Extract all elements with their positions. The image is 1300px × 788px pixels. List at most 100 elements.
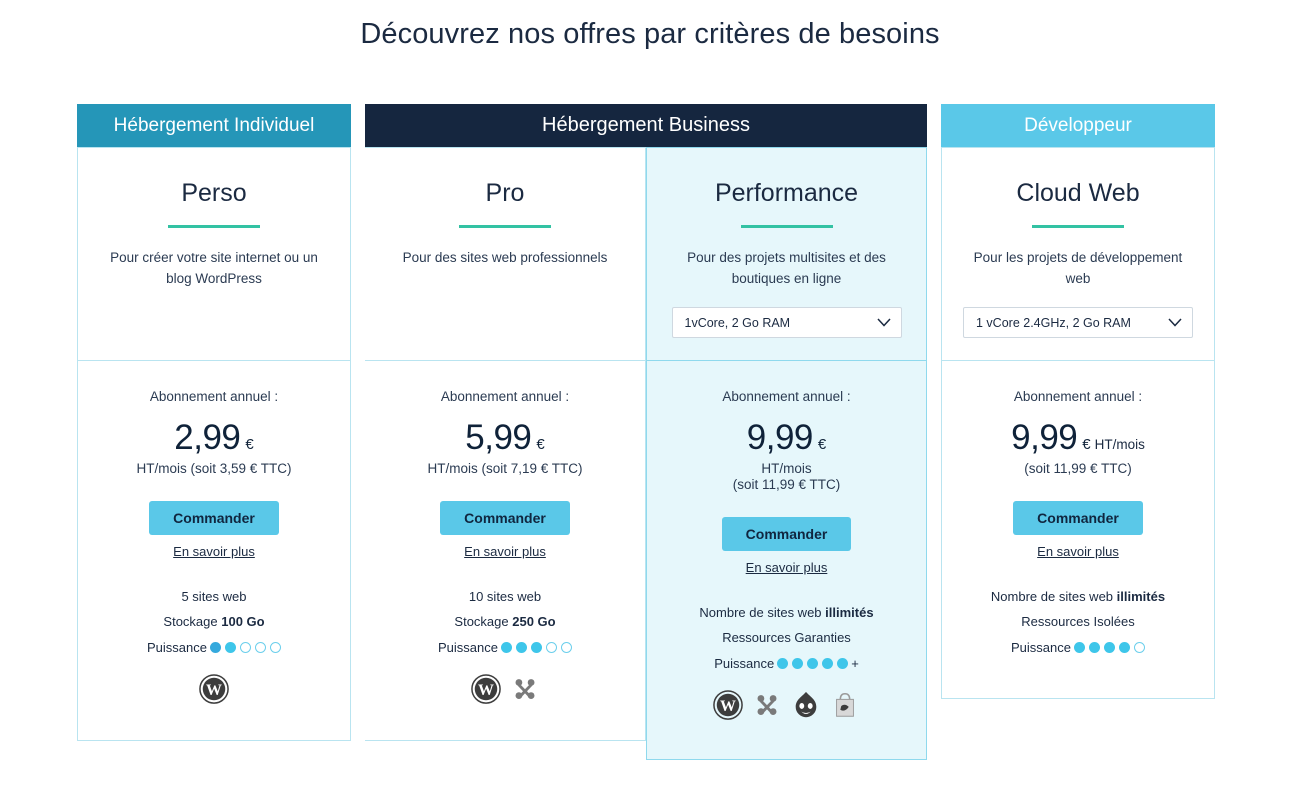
page-title: Découvrez nos offres par critères de bes… bbox=[360, 18, 940, 50]
subscription-label: Abonnement annuel : bbox=[149, 389, 279, 404]
power-dot-filled bbox=[792, 657, 804, 669]
price-note: (soit 11,99 € TTC) bbox=[1024, 461, 1132, 476]
prestashop-icon bbox=[836, 693, 854, 717]
power-dot-empty bbox=[545, 641, 557, 653]
plan-header-performance: Performance Pour des projets multisites … bbox=[647, 148, 926, 361]
price-amount: 9,99 bbox=[746, 418, 814, 457]
power-dot-empty bbox=[254, 641, 266, 653]
power-dot-filled bbox=[1073, 641, 1085, 653]
group-header-individuel: Hébergement Individuel bbox=[77, 104, 351, 147]
order-button[interactable]: Commander bbox=[721, 517, 852, 551]
order-button[interactable]: Commander bbox=[1013, 501, 1143, 535]
price-row: 9,99 € bbox=[647, 418, 926, 458]
power-dot-filled bbox=[777, 657, 789, 669]
plan-header-perso: Perso Pour créer votre site internet ou … bbox=[78, 148, 350, 361]
title-divider bbox=[740, 224, 833, 228]
price-note: (soit 11,99 € TTC) bbox=[732, 477, 841, 492]
feature-storage-value: 100 Go bbox=[221, 614, 265, 630]
plan-body-pro: Abonnement annuel : 5,99 € HT/mois (soit… bbox=[365, 361, 645, 740]
price-unit: HT/mois bbox=[761, 461, 812, 476]
power-dot-filled bbox=[1103, 641, 1115, 653]
price-note: HT/mois (soit 7,19 € TTC) bbox=[427, 461, 583, 476]
feature-sites-label: Nombre de sites web bbox=[990, 589, 1117, 604]
power-dot-filled bbox=[515, 641, 527, 653]
power-dot-filled bbox=[1088, 641, 1100, 653]
price-currency: € bbox=[536, 436, 545, 453]
joomla-icon bbox=[515, 679, 534, 699]
svg-text:W: W bbox=[478, 682, 494, 699]
subscription-label: Abonnement annuel : bbox=[440, 389, 570, 404]
price-unit: HT/mois bbox=[1094, 437, 1145, 452]
feature-list: 10 sites web Stockage 250 Go Puissance bbox=[365, 584, 645, 660]
power-label: Puissance bbox=[1011, 639, 1071, 655]
power-rating: Puissance bbox=[365, 635, 645, 660]
price-row: 9,99 € HT/mois bbox=[942, 418, 1214, 458]
chevron-down-icon bbox=[1168, 318, 1182, 327]
feature-sites: Nombre de sites web illimités bbox=[942, 584, 1214, 609]
plan-description: Pour créer votre site internet ou un blo… bbox=[110, 249, 318, 287]
order-button[interactable]: Commander bbox=[149, 501, 279, 535]
plan-body-perso: Abonnement annuel : 2,99 € HT/mois (soit… bbox=[78, 361, 350, 740]
plan-body-performance: Abonnement annuel : 9,99 € HT/mois (soit… bbox=[647, 361, 926, 759]
power-dot-filled bbox=[1118, 641, 1130, 653]
power-dot-filled bbox=[807, 657, 819, 669]
title-divider bbox=[459, 224, 551, 228]
plan-card-perso: Perso Pour créer votre site internet ou … bbox=[77, 147, 351, 741]
cms-icon-row: W bbox=[647, 690, 926, 720]
wordpress-icon: W bbox=[713, 690, 743, 720]
power-dot-filled bbox=[822, 657, 834, 669]
power-dots bbox=[209, 641, 281, 653]
cms-icon-row: W bbox=[78, 674, 350, 704]
plan-description: Pour des projets multisites et des bouti… bbox=[687, 249, 886, 287]
price-note: HT/mois (soit 3,59 € TTC) bbox=[136, 461, 292, 476]
plan-description: Pour les projets de développement web bbox=[973, 249, 1183, 287]
plan-card-pro: Pro Pour des sites web professionnels Ab… bbox=[365, 147, 646, 741]
feature-list: Nombre de sites web illimités Ressources… bbox=[647, 600, 926, 676]
plan-config-select[interactable]: 1 vCore 2.4GHz, 2 Go RAM bbox=[963, 307, 1193, 339]
learn-more-link[interactable]: En savoir plus bbox=[365, 544, 645, 559]
feature-storage: Stockage 100 Go bbox=[78, 609, 350, 634]
group-header-business: Hébergement Business bbox=[365, 104, 927, 147]
feature-sites-label: Nombre de sites web bbox=[699, 605, 826, 620]
power-dot-filled bbox=[530, 641, 542, 653]
power-dot-empty bbox=[560, 641, 572, 653]
power-label: Puissance bbox=[714, 655, 775, 671]
power-dot-filled bbox=[209, 641, 221, 653]
plan-header-pro: Pro Pour des sites web professionnels bbox=[365, 148, 645, 361]
plan-title: Pro bbox=[485, 179, 525, 207]
svg-text:W: W bbox=[720, 698, 736, 715]
order-button[interactable]: Commander bbox=[440, 501, 570, 535]
power-rating: Puissance + bbox=[647, 651, 926, 676]
price-row: 2,99 € bbox=[78, 418, 350, 458]
price-row: 5,99 € bbox=[365, 418, 645, 458]
power-rating: Puissance bbox=[78, 635, 350, 660]
power-plus-sign: + bbox=[851, 655, 859, 671]
feature-sites: 5 sites web bbox=[181, 589, 247, 604]
power-label: Puissance bbox=[147, 639, 207, 655]
feature-sites-value: illimités bbox=[825, 605, 874, 620]
power-dots bbox=[1073, 641, 1145, 653]
learn-more-link[interactable]: En savoir plus bbox=[78, 544, 350, 559]
feature-list: Nombre de sites web illimités Ressources… bbox=[942, 584, 1214, 660]
plan-config-select[interactable]: 1vCore, 2 Go RAM bbox=[671, 307, 902, 339]
feature-resources: Ressources Isolées bbox=[1021, 614, 1135, 630]
power-dots bbox=[777, 657, 849, 669]
plan-config-value: 1 vCore 2.4GHz, 2 Go RAM bbox=[976, 315, 1131, 330]
plan-title: Performance bbox=[714, 179, 859, 207]
learn-more-link[interactable]: En savoir plus bbox=[647, 560, 926, 575]
learn-more-link[interactable]: En savoir plus bbox=[942, 544, 1214, 559]
power-rating: Puissance bbox=[942, 635, 1214, 660]
feature-list: 5 sites web Stockage 100 Go Puissance bbox=[78, 584, 350, 660]
title-divider bbox=[168, 224, 260, 228]
plan-card-performance: Performance Pour des projets multisites … bbox=[646, 147, 927, 760]
group-header-developpeur: Développeur bbox=[941, 104, 1215, 147]
price-amount: 5,99 bbox=[465, 418, 532, 457]
feature-sites-value: illimités bbox=[1116, 589, 1166, 604]
plan-description: Pour des sites web professionnels bbox=[402, 249, 608, 265]
drupal-icon bbox=[795, 691, 817, 718]
power-dots bbox=[500, 641, 572, 653]
power-dot-empty bbox=[269, 641, 281, 653]
subscription-label: Abonnement annuel : bbox=[722, 389, 851, 404]
plan-card-cloudweb: Cloud Web Pour les projets de développem… bbox=[941, 147, 1215, 699]
feature-sites: Nombre de sites web illimités bbox=[647, 600, 926, 625]
